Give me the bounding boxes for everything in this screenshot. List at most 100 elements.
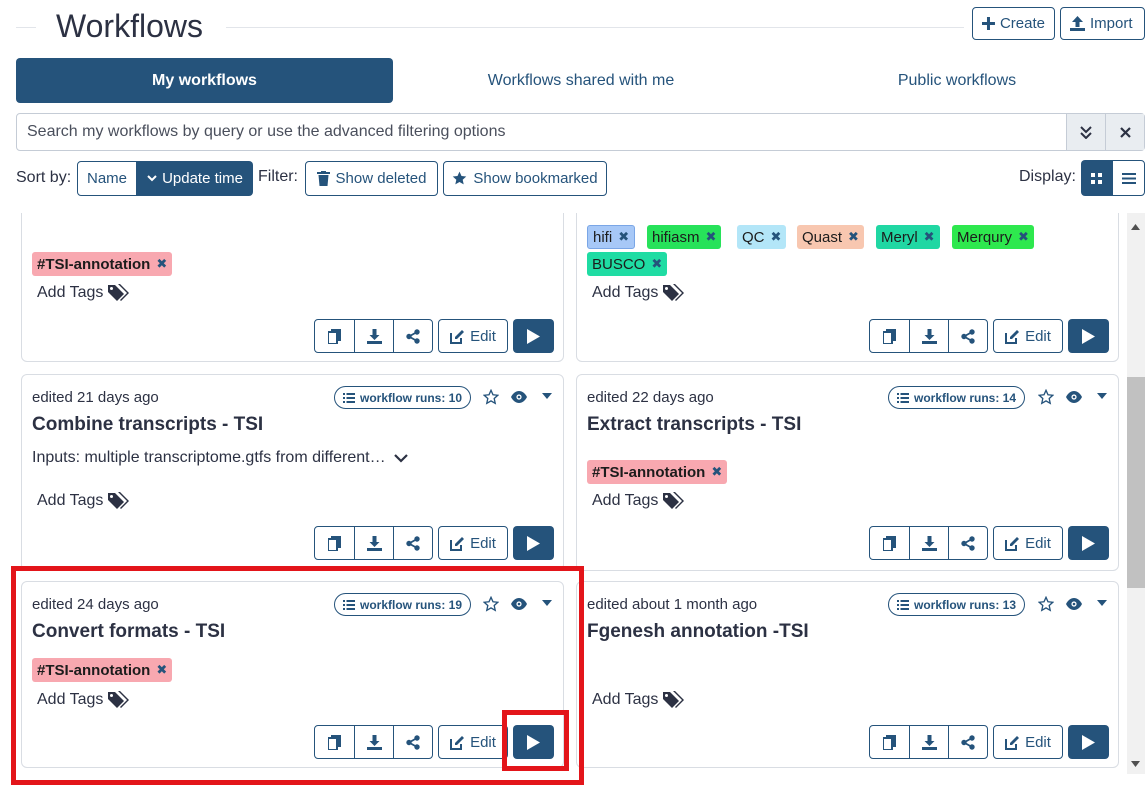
add-tags-label: Add Tags	[37, 492, 104, 509]
run-button[interactable]	[513, 526, 554, 560]
remove-tag-icon[interactable]: ✖	[618, 229, 629, 245]
edited-time: edited about 1 month ago	[587, 596, 758, 613]
tag-label: BUSCO	[592, 255, 646, 273]
run-button[interactable]	[1068, 725, 1109, 759]
copy-button[interactable]	[315, 527, 354, 559]
workflow-runs-badge[interactable]: workflow runs: 13	[888, 593, 1026, 616]
download-button[interactable]	[909, 726, 948, 758]
show-bookmarked-label: Show bookmarked	[473, 170, 598, 187]
tab-label: My workflows	[152, 71, 257, 89]
copy-button[interactable]	[870, 320, 909, 352]
workflow-runs-badge[interactable]: workflow runs: 10	[334, 386, 472, 409]
share-button[interactable]	[948, 320, 987, 352]
tab-shared-with-me[interactable]: Workflows shared with me	[393, 58, 769, 103]
tab-label: Workflows shared with me	[487, 71, 675, 89]
caret-down-icon[interactable]	[1097, 600, 1107, 606]
upload-icon	[1070, 16, 1085, 31]
eye-icon[interactable]	[1066, 391, 1082, 403]
bookmark-star-icon[interactable]	[1038, 596, 1054, 612]
list-icon	[897, 599, 909, 610]
tag: #TSI-annotation ✖	[587, 460, 728, 484]
list-view-button[interactable]	[1112, 160, 1145, 196]
run-button[interactable]	[1068, 526, 1109, 560]
copy-button[interactable]	[315, 320, 354, 352]
sort-name-button[interactable]: Name	[77, 161, 137, 196]
advanced-filter-toggle[interactable]	[1066, 114, 1105, 150]
header-rule-right	[226, 27, 964, 28]
workflow-name[interactable]: Fgenesh annotation -TSI	[587, 621, 809, 643]
remove-tag-icon[interactable]: ✖	[706, 229, 717, 245]
share-button[interactable]	[393, 527, 432, 559]
tab-public-workflows[interactable]: Public workflows	[769, 58, 1145, 103]
copy-button[interactable]	[870, 726, 909, 758]
scroll-down-arrow-icon[interactable]	[1131, 761, 1140, 767]
add-tags-button[interactable]: Add Tags	[592, 691, 685, 709]
remove-tag-icon[interactable]: ✖	[651, 256, 662, 272]
workflow-card: edited about 1 month ago workflow runs: …	[576, 581, 1119, 768]
run-button[interactable]	[513, 319, 554, 353]
remove-tag-icon[interactable]: ✖	[711, 464, 722, 480]
download-icon	[366, 328, 382, 344]
edit-label: Edit	[1025, 534, 1051, 552]
remove-tag-icon[interactable]: ✖	[156, 256, 167, 272]
add-tags-button[interactable]: Add Tags	[592, 492, 685, 510]
workflow-name[interactable]: Extract transcripts - TSI	[587, 414, 801, 436]
tag-label: #TSI-annotation	[592, 463, 706, 481]
workflow-name[interactable]: Combine transcripts - TSI	[32, 414, 263, 436]
eye-icon[interactable]	[511, 391, 527, 403]
add-tags-button[interactable]: Add Tags	[37, 284, 130, 302]
tab-my-workflows[interactable]: My workflows	[16, 58, 393, 103]
copy-button[interactable]	[870, 527, 909, 559]
sort-update-time-button[interactable]: Update time	[137, 161, 253, 196]
description-text: Inputs: multiple transcriptome.gtfs from…	[32, 449, 386, 466]
add-tags-button[interactable]: Add Tags	[592, 284, 685, 302]
trash-icon	[316, 171, 330, 186]
play-icon	[527, 328, 540, 344]
remove-tag-icon[interactable]: ✖	[848, 229, 859, 245]
grid-view-button[interactable]	[1081, 160, 1112, 196]
workflow-runs-badge[interactable]: workflow runs: 14	[888, 386, 1026, 409]
play-icon	[1082, 328, 1095, 344]
tab-label: Public workflows	[897, 71, 1017, 89]
run-button[interactable]	[1068, 319, 1109, 353]
show-bookmarked-button[interactable]: Show bookmarked	[443, 161, 607, 196]
eye-icon[interactable]	[1066, 598, 1082, 610]
tag: BUSCO ✖	[587, 252, 668, 276]
runs-label: workflow runs: 10	[360, 390, 463, 405]
clear-search-button[interactable]	[1105, 114, 1144, 150]
download-button[interactable]	[354, 320, 393, 352]
copy-icon	[883, 535, 896, 551]
remove-tag-icon[interactable]: ✖	[771, 229, 782, 245]
edit-button[interactable]: Edit	[438, 526, 508, 560]
share-button[interactable]	[948, 726, 987, 758]
show-deleted-button[interactable]: Show deleted	[305, 161, 438, 196]
create-button[interactable]: Create	[972, 7, 1055, 40]
download-icon	[921, 328, 937, 344]
bookmark-star-icon[interactable]	[483, 389, 499, 405]
bookmark-star-icon[interactable]	[1038, 389, 1054, 405]
remove-tag-icon[interactable]: ✖	[924, 229, 935, 245]
search-input[interactable]: Search my workflows by query or use the …	[17, 123, 1066, 141]
chevron-down-icon	[147, 175, 157, 182]
edit-button[interactable]: Edit	[438, 319, 508, 353]
add-tags-button[interactable]: Add Tags	[37, 492, 130, 510]
download-button[interactable]	[909, 320, 948, 352]
edit-button[interactable]: Edit	[993, 319, 1063, 353]
remove-tag-icon[interactable]: ✖	[1018, 229, 1029, 245]
download-button[interactable]	[354, 527, 393, 559]
edit-button[interactable]: Edit	[993, 526, 1063, 560]
edit-icon	[450, 329, 465, 344]
share-button[interactable]	[393, 320, 432, 352]
edited-time: edited 21 days ago	[32, 389, 159, 406]
scroll-up-arrow-icon[interactable]	[1131, 224, 1140, 230]
caret-down-icon[interactable]	[542, 393, 552, 399]
edit-button[interactable]: Edit	[993, 725, 1063, 759]
import-button[interactable]: Import	[1060, 7, 1145, 40]
download-icon	[921, 734, 937, 750]
download-button[interactable]	[909, 527, 948, 559]
chevron-down-icon[interactable]	[393, 453, 408, 463]
scrollbar-thumb[interactable]	[1127, 377, 1145, 588]
share-button[interactable]	[948, 527, 987, 559]
caret-down-icon[interactable]	[1097, 393, 1107, 399]
highlight-box-card	[11, 566, 584, 785]
